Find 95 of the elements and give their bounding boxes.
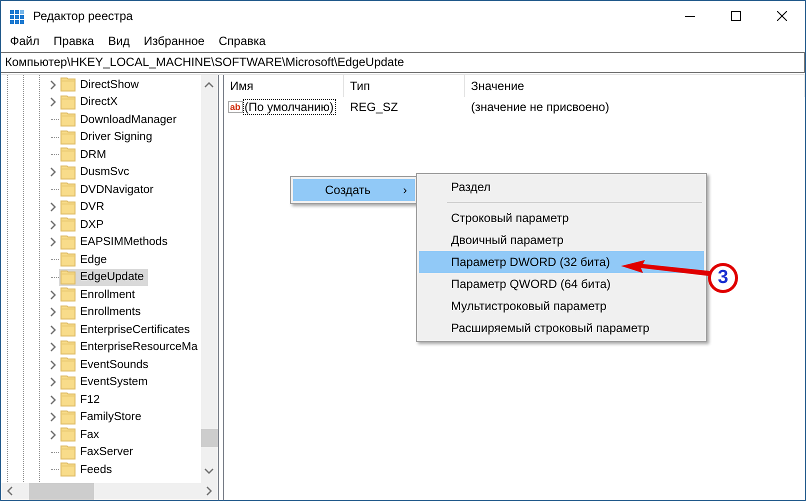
folder-icon bbox=[60, 112, 76, 128]
folder-icon bbox=[60, 340, 76, 355]
chevron-right-icon[interactable] bbox=[48, 237, 58, 248]
menu-item[interactable]: Вид bbox=[101, 31, 137, 51]
submenu-item[interactable]: Мультистроковый параметр bbox=[419, 295, 704, 317]
registry-app-icon bbox=[9, 8, 25, 24]
folder-icon bbox=[60, 217, 76, 232]
folder-icon bbox=[60, 287, 76, 302]
submenu-item[interactable]: Раздел bbox=[419, 176, 704, 198]
folder-icon bbox=[60, 164, 76, 180]
chevron-right-icon[interactable] bbox=[48, 377, 58, 388]
submenu-item[interactable]: Параметр DWORD (32 бита) bbox=[419, 251, 704, 273]
folder-icon bbox=[60, 252, 76, 268]
address-field[interactable]: Компьютер\HKEY_LOCAL_MACHINE\SOFTWARE\Microsoft\EdgeUpdate bbox=[1, 52, 805, 73]
tree-node[interactable]: EventSystem bbox=[59, 374, 152, 391]
string-value-icon: ab bbox=[228, 101, 243, 113]
vertical-scrollbar[interactable] bbox=[201, 75, 218, 483]
tree-node[interactable]: Enrollments bbox=[59, 304, 145, 321]
tree-node[interactable]: DVR bbox=[59, 198, 108, 216]
tree-node[interactable]: DirectX bbox=[59, 94, 122, 111]
tree-node[interactable]: Enrollment bbox=[59, 286, 139, 304]
context-menu-item[interactable]: Создать › bbox=[293, 179, 415, 201]
folder-icon bbox=[60, 444, 76, 460]
chevron-right-icon[interactable] bbox=[48, 97, 58, 108]
tree-node[interactable]: EAPSIMMethods bbox=[59, 234, 172, 251]
folder-icon bbox=[60, 270, 76, 285]
folder-icon bbox=[60, 462, 76, 478]
chevron-up-icon[interactable] bbox=[204, 80, 214, 90]
tree-node[interactable]: DusmSvc bbox=[59, 164, 134, 181]
step-number-badge: 3 bbox=[708, 263, 738, 293]
chevron-right-icon[interactable] bbox=[48, 220, 58, 230]
chevron-right-icon[interactable] bbox=[48, 430, 58, 440]
tree-node[interactable]: EventSounds bbox=[59, 356, 152, 374]
chevron-left-icon[interactable] bbox=[5, 486, 15, 496]
close-icon bbox=[777, 11, 787, 21]
scroll-thumb[interactable] bbox=[201, 429, 218, 447]
column-header[interactable]: Значение bbox=[465, 75, 805, 97]
folder-icon bbox=[60, 130, 76, 145]
tree-node[interactable]: FamilyStore bbox=[59, 408, 146, 426]
folder-icon bbox=[60, 357, 76, 372]
folder-icon bbox=[60, 77, 76, 92]
chevron-right-icon[interactable] bbox=[48, 202, 58, 212]
menu-item[interactable]: Файл bbox=[3, 31, 47, 51]
folder-icon bbox=[60, 392, 76, 408]
tree-node[interactable]: DXP bbox=[59, 216, 108, 234]
tree-node[interactable]: Fax bbox=[59, 426, 104, 444]
chevron-right-icon[interactable] bbox=[48, 167, 58, 178]
tree-node[interactable]: DVDNavigator bbox=[59, 181, 158, 198]
submenu-item[interactable]: Параметр QWORD (64 бита) bbox=[419, 273, 704, 295]
folder-icon bbox=[60, 410, 76, 425]
menu-item[interactable]: Справка bbox=[212, 31, 273, 51]
tree-node[interactable]: DownloadManager bbox=[59, 111, 181, 128]
chevron-right-icon[interactable] bbox=[48, 290, 58, 300]
chevron-right-icon[interactable] bbox=[48, 324, 58, 335]
menu-item[interactable]: Избранное bbox=[136, 31, 212, 51]
tree-node[interactable]: Driver Signing bbox=[59, 128, 156, 146]
horizontal-scrollbar[interactable] bbox=[1, 483, 218, 500]
chevron-right-icon[interactable] bbox=[48, 80, 58, 90]
folder-icon bbox=[60, 147, 76, 162]
chevron-right-icon[interactable] bbox=[48, 342, 58, 352]
chevron-right-icon[interactable] bbox=[204, 486, 214, 496]
chevron-right-icon[interactable] bbox=[48, 307, 58, 318]
folder-icon bbox=[60, 182, 76, 198]
column-header[interactable]: Имя bbox=[224, 75, 344, 97]
tree-node[interactable]: F12 bbox=[59, 391, 104, 408]
tree-node[interactable]: Edge bbox=[59, 251, 111, 268]
folder-icon bbox=[60, 427, 76, 442]
tree-node[interactable]: EnterpriseResourceMa bbox=[59, 338, 201, 356]
folder-icon bbox=[60, 304, 76, 320]
folder-icon bbox=[60, 94, 76, 110]
tree-node[interactable]: DRM bbox=[59, 146, 110, 164]
menu-item[interactable]: Правка bbox=[46, 31, 102, 51]
chevron-down-icon[interactable] bbox=[204, 466, 214, 476]
table-cell-text: REG_SZ bbox=[349, 100, 400, 114]
tree-node[interactable]: EdgeUpdate bbox=[59, 268, 148, 286]
submenu-item[interactable]: Строковый параметр bbox=[419, 207, 704, 229]
scroll-thumb[interactable] bbox=[29, 483, 94, 500]
chevron-right-icon[interactable] bbox=[48, 360, 58, 370]
submenu-item[interactable]: Двоичный параметр bbox=[419, 229, 704, 251]
maximize-icon bbox=[731, 11, 741, 21]
submenu-item[interactable]: Расширяемый строковый параметр bbox=[419, 317, 704, 339]
chevron-right-icon[interactable] bbox=[48, 394, 58, 405]
table-cell-text: (значение не присвоено) bbox=[470, 100, 610, 114]
folder-icon bbox=[60, 234, 76, 250]
tree-node[interactable]: DirectShow bbox=[59, 76, 143, 94]
chevron-right-icon[interactable] bbox=[48, 412, 58, 422]
folder-icon bbox=[60, 200, 76, 215]
window-title: Редактор реестра bbox=[33, 9, 134, 23]
table-cell[interactable]: (По умолчанию) bbox=[244, 100, 335, 114]
column-header[interactable]: Тип bbox=[344, 75, 465, 97]
tree-node[interactable]: EnterpriseCertificates bbox=[59, 321, 194, 338]
folder-icon bbox=[60, 322, 76, 338]
tree-node[interactable]: Feeds bbox=[59, 461, 116, 478]
folder-icon bbox=[60, 374, 76, 390]
tree-node[interactable]: FaxServer bbox=[59, 444, 138, 461]
